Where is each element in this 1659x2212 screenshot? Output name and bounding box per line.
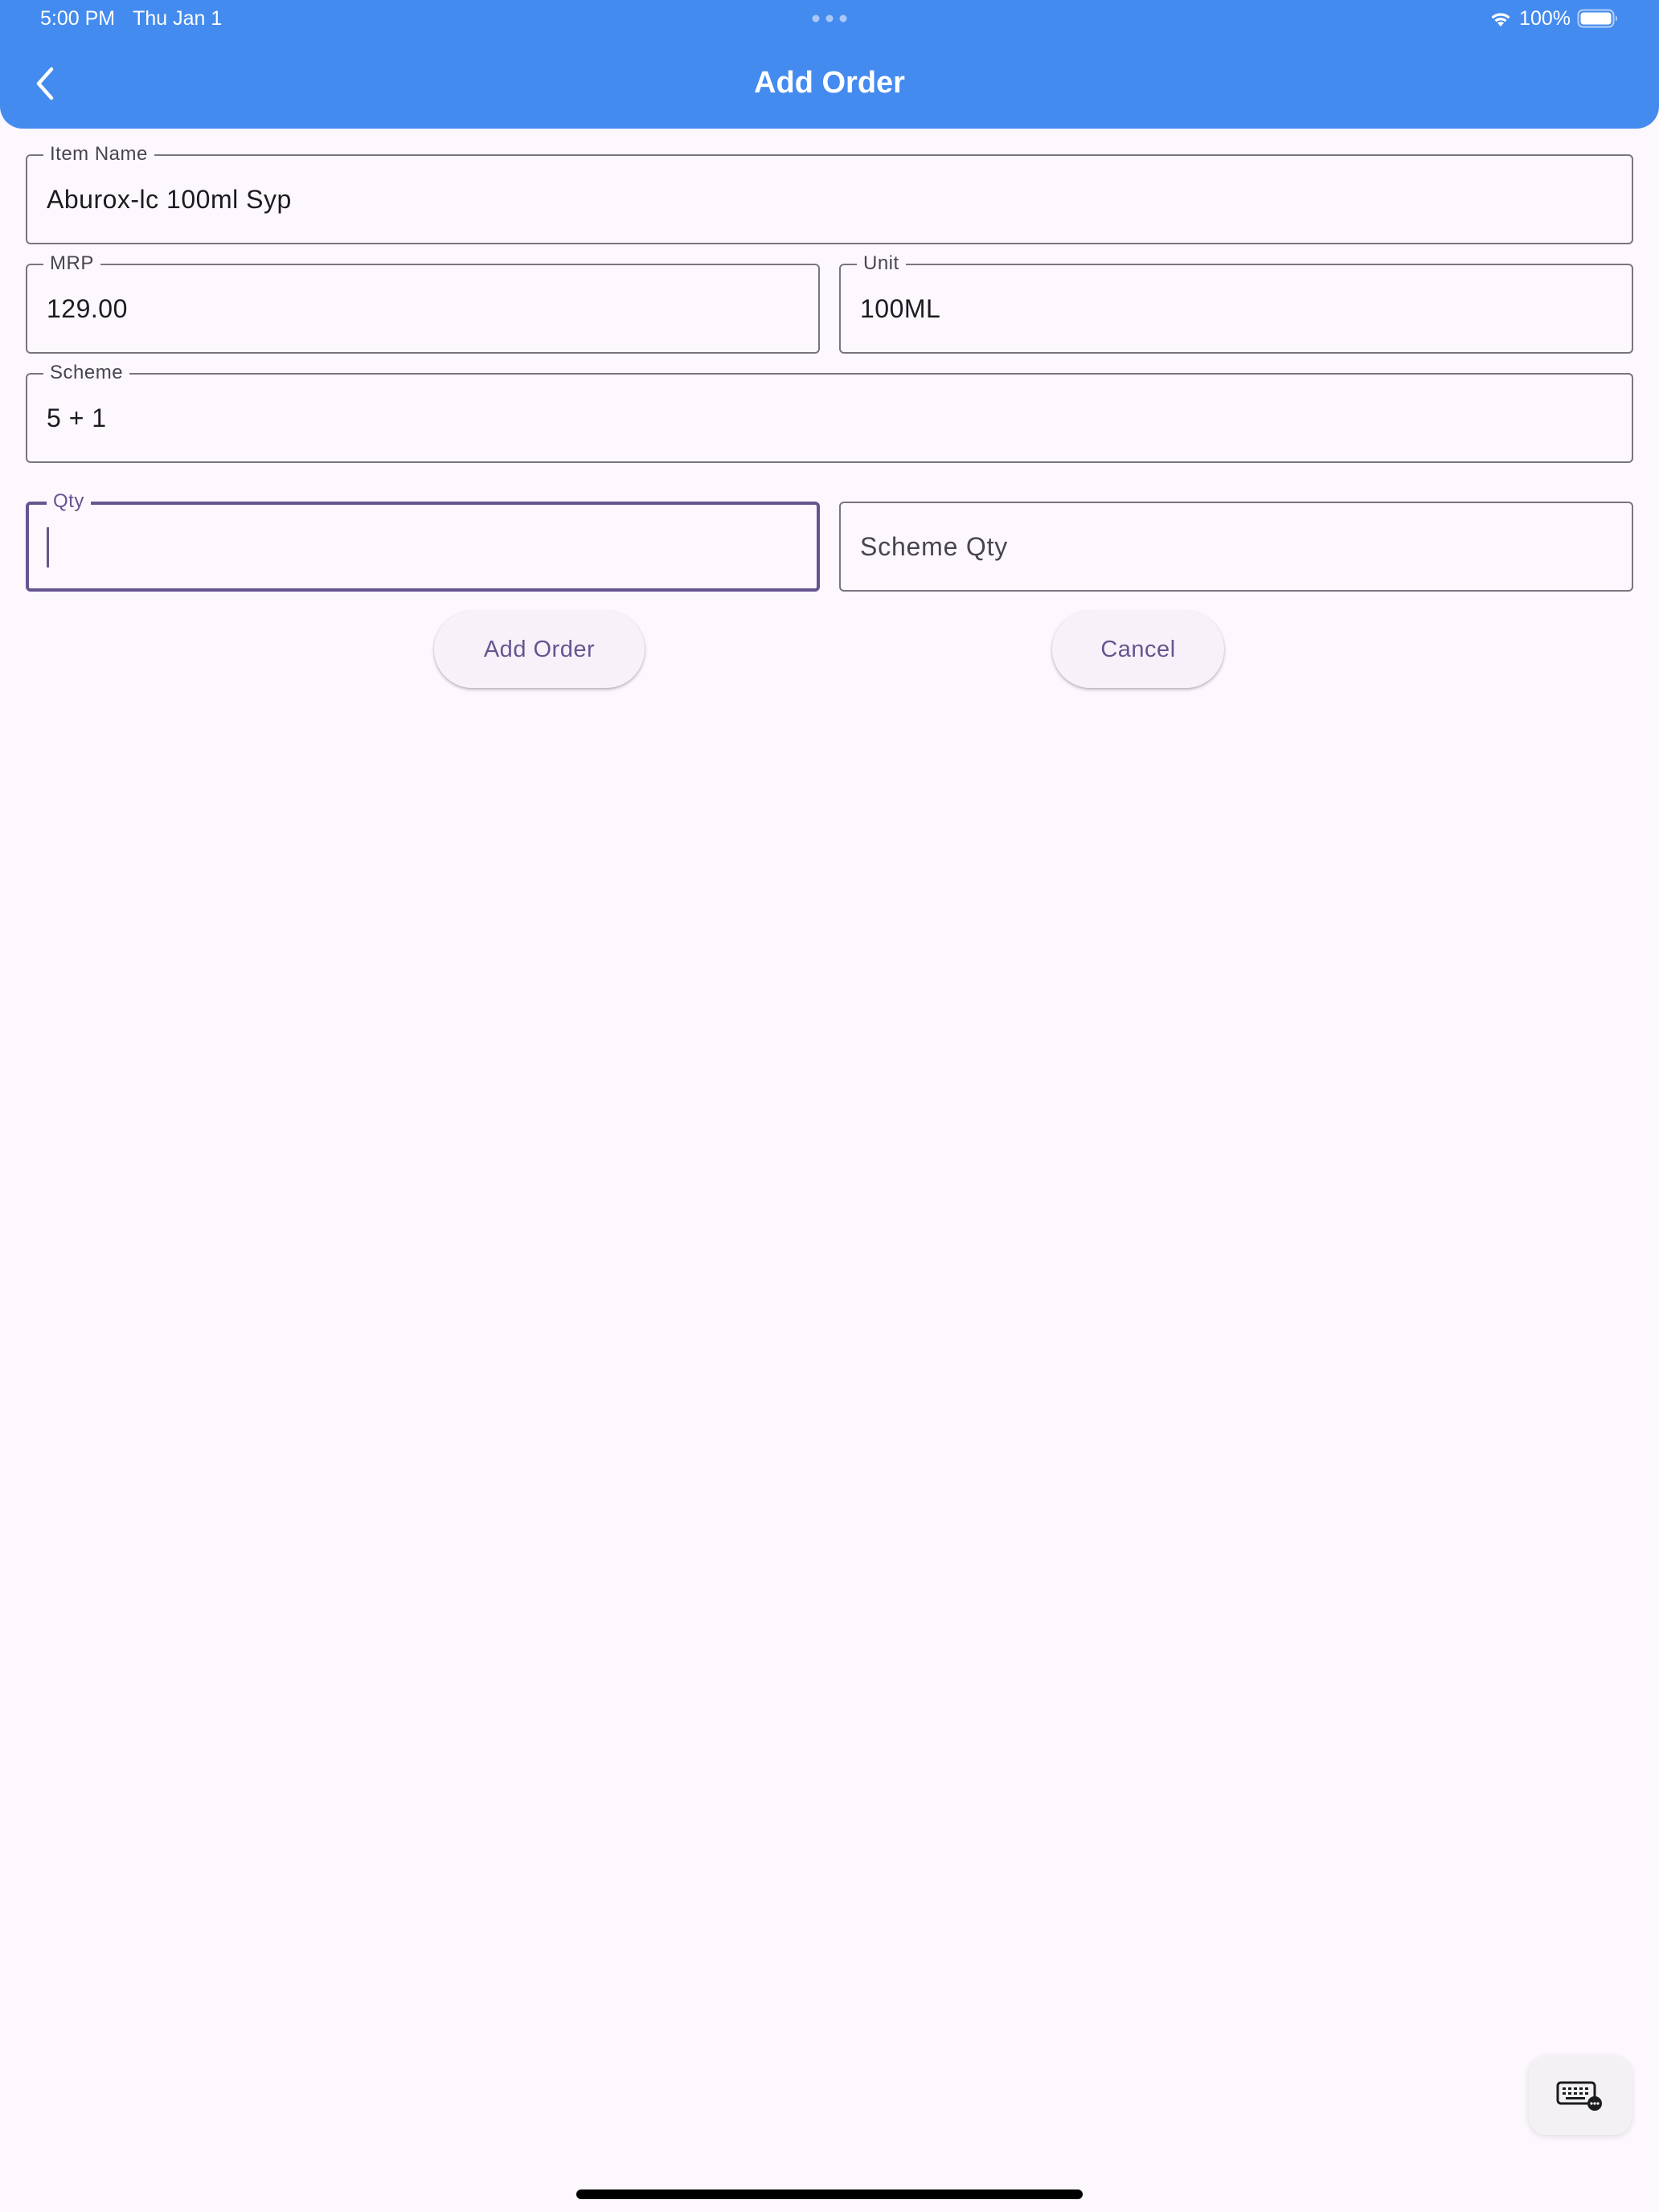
battery-percent: 100%	[1519, 6, 1571, 30]
scheme-qty-placeholder: Scheme Qty	[860, 531, 1009, 561]
qty-label: Qty	[47, 490, 91, 513]
item-name-field[interactable]: Item Name Aburox-lc 100ml Syp	[26, 143, 1633, 244]
scheme-value: 5 + 1	[47, 403, 107, 432]
app-bar: 5:00 PM Thu Jan 1 100% Add Order	[0, 0, 1659, 129]
keyboard-icon	[1556, 2081, 1602, 2111]
cancel-button[interactable]: Cancel	[1052, 611, 1224, 688]
status-time: 5:00 PM	[40, 7, 116, 30]
multitasking-dots-icon[interactable]	[812, 14, 847, 23]
text-cursor	[47, 527, 49, 567]
mrp-value: 129.00	[47, 293, 128, 323]
unit-field[interactable]: Unit 100ML	[839, 252, 1633, 354]
page-title: Add Order	[754, 66, 905, 100]
status-bar-right: 100%	[1489, 5, 1619, 32]
scheme-qty-input[interactable]: Scheme Qty	[839, 502, 1633, 592]
item-name-value: Aburox-lc 100ml Syp	[47, 184, 292, 214]
status-date: Thu Jan 1	[133, 7, 223, 30]
home-indicator[interactable]	[576, 2189, 1083, 2199]
mrp-field[interactable]: MRP 129.00	[26, 252, 820, 354]
battery-icon	[1577, 9, 1618, 28]
add-order-button[interactable]: Add Order	[434, 611, 645, 688]
unit-value: 100ML	[860, 293, 941, 323]
qty-input[interactable]: Qty	[26, 490, 820, 592]
scheme-field[interactable]: Scheme 5 + 1	[26, 362, 1633, 463]
keyboard-button[interactable]	[1529, 2056, 1632, 2135]
wifi-icon	[1491, 13, 1510, 27]
status-bar-time: 5:00 PM Thu Jan 1	[40, 6, 222, 31]
